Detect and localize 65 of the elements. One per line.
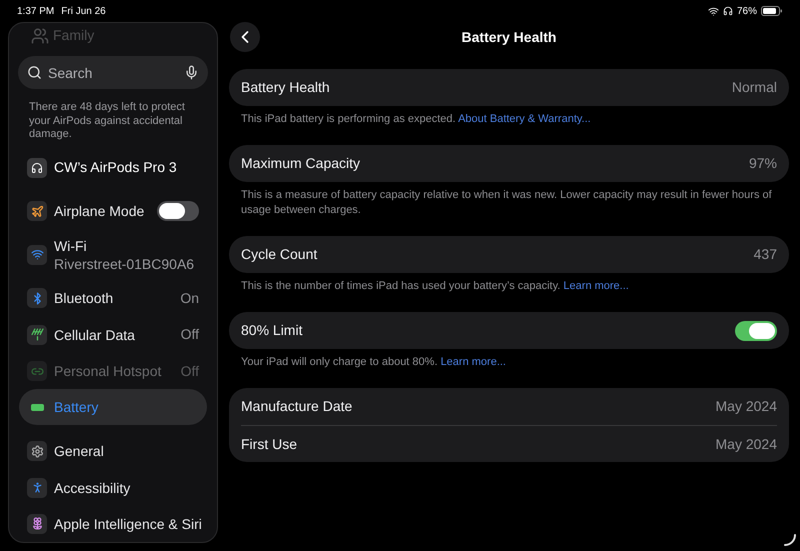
back-button[interactable] [230,22,260,52]
toggle-switch[interactable] [735,320,777,340]
notice-text: There are 48 days left to protect your AirPods against accidental damage. [28,101,186,142]
sidebar-item[interactable]: Battery [19,389,207,426]
item-label: Cellular Data [54,326,136,344]
corner-arc-icon [784,534,796,546]
battery-icon [761,6,783,16]
sidebar-item[interactable]: Apple Intelligence & Siri [19,506,207,542]
bluetooth-icon [27,288,47,308]
wifi-icon [708,6,719,16]
item-label: Bluetooth [54,289,114,308]
item-value: Off [180,325,199,344]
toggle-switch[interactable] [157,201,199,222]
item-label: Apple Intelligence & Siri [54,514,199,533]
flower-icon [27,514,47,534]
status-time: 1:37 PM [17,4,54,18]
page-title: Battery Health [462,28,556,47]
search-field[interactable]: Search [18,56,208,90]
row-value: 97% [748,154,777,173]
row-label: Maximum Capacity [241,154,360,173]
network-name: Riverstreet-01BC90A6 [54,254,196,273]
sidebar-item[interactable]: Airplane Mode [19,193,207,230]
microphone-icon [184,65,199,80]
item-label: General [54,442,105,460]
headphones-icon [722,6,733,16]
item-label: Airplane Mode [54,202,146,220]
family-avatars-icon [31,26,49,45]
gear-icon [27,441,47,462]
antenna-icon [27,324,47,345]
row-value: May 2024 [716,434,777,454]
footnote: This iPad battery is performing as expected. About Battery & Warranty... [240,112,592,127]
sidebar-item[interactable]: Wi-Fi Riverstreet-01BC90A6 [19,229,207,280]
sidebar-item[interactable]: General [19,433,207,470]
row-value: Normal [732,78,777,97]
row-label: Manufacture Date [241,397,352,416]
sidebar-item[interactable]: Accessibility [19,470,207,506]
status-date: Fri Jun 26 [61,4,106,18]
learn-more-link[interactable]: Learn more... [440,356,506,368]
item-label: Battery [54,398,100,416]
airpods-icon [27,158,47,178]
row-value: 437 [754,245,777,264]
accessibility-icon [27,478,47,498]
row-label: Battery Health [241,78,330,97]
learn-more-link[interactable]: Learn more... [563,280,629,292]
sidebar-item[interactable]: Bluetooth On [19,280,207,317]
item-label: Personal Hotspot [54,362,162,380]
item-label: Accessibility [54,478,132,497]
item-value: Off [180,362,199,380]
search-icon [27,65,42,80]
footnote: Your iPad will only charge to about 80%. Learn more... [240,355,507,370]
row-label: Cycle Count [241,245,318,264]
item-label: Wi-Fi [54,236,88,255]
airpods-item[interactable]: CW’s AirPods Pro 3 [19,150,207,186]
row-label: First Use [241,434,297,454]
row-label: 80% Limit [241,321,302,340]
battery-percent: 76% [736,4,757,18]
link-icon [27,361,47,381]
sidebar-item[interactable]: Cellular Data Off [19,316,207,353]
airplane-icon [27,201,47,222]
row-value: May 2024 [716,397,777,416]
item-value: On [180,288,199,308]
wifi-icon [27,244,47,265]
footnote: This is the number of times iPad has used your battery’s capacity. Learn more... [240,279,630,294]
learn-more-link[interactable]: About Battery & Warranty... [458,113,591,125]
footnote: This is a measure of battery capacity relative to when it was new. Lower capacity may result in fewer hours of usage between charges. [240,188,773,218]
